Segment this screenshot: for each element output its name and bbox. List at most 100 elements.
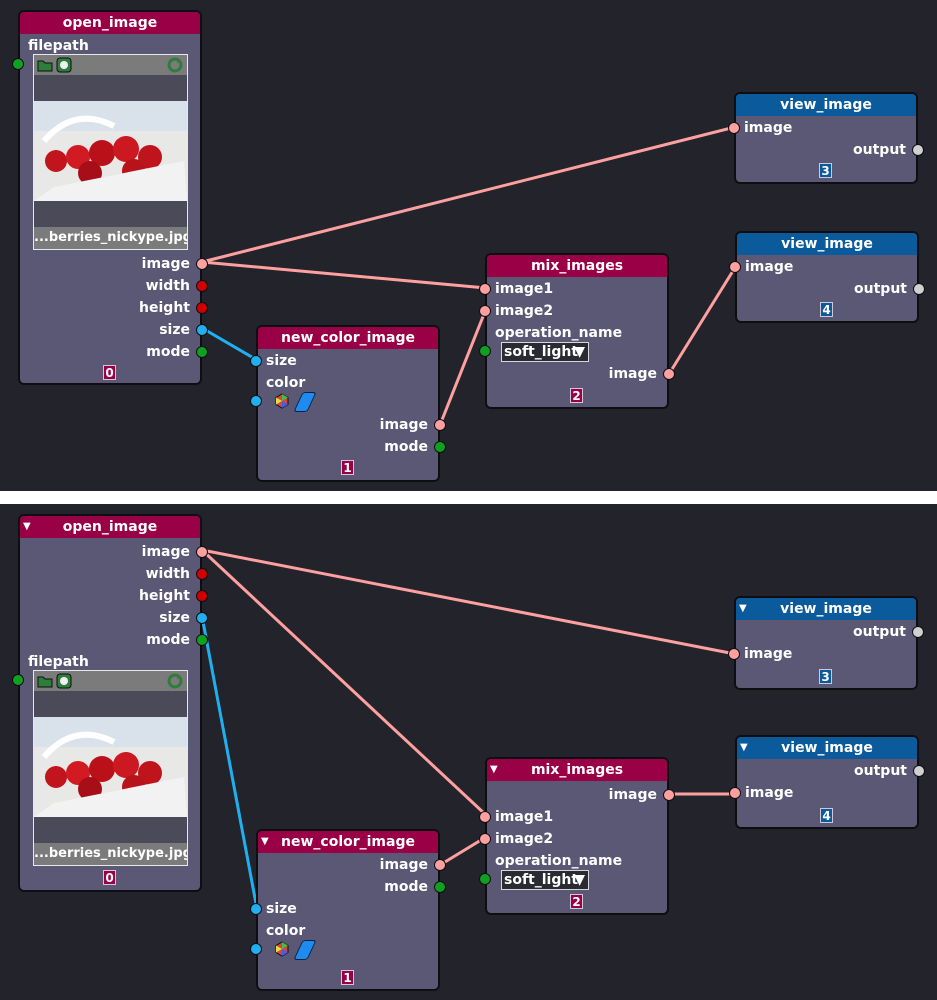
view-image-node-header[interactable]: ▼ view_image — [736, 598, 916, 620]
image-output-socket[interactable] — [434, 419, 446, 431]
image-output-socket[interactable] — [434, 859, 446, 871]
view-image-node-3[interactable]: view_image image output 3 — [728, 92, 924, 184]
image-output-socket[interactable] — [663, 368, 675, 380]
collapse-icon[interactable]: ▼ — [490, 759, 498, 781]
width-output-socket[interactable] — [196, 280, 208, 292]
output-socket[interactable] — [913, 283, 925, 295]
view-image-node-4[interactable]: view_image image output 4 — [729, 231, 925, 323]
mode-output-socket[interactable] — [196, 634, 208, 646]
color-input-socket[interactable] — [250, 943, 262, 955]
wire-open-image-to-view-image[interactable] — [201, 548, 736, 656]
output-socket[interactable] — [913, 765, 925, 777]
filepath-input-socket[interactable] — [12, 58, 24, 70]
size-output-socket[interactable] — [196, 324, 208, 336]
mix-images-node[interactable]: ▼ mix_images image image1 image2 operati… — [479, 757, 675, 915]
reload-icon[interactable] — [167, 673, 183, 689]
image1-input-socket[interactable] — [479, 811, 491, 823]
view-image-node-header[interactable]: view_image — [736, 94, 916, 116]
image2-input-socket[interactable] — [479, 833, 491, 845]
operation-name-input-socket[interactable] — [479, 873, 491, 885]
view-image-node-3[interactable]: ▼ view_image output image 3 — [728, 596, 924, 690]
filepath-input-socket[interactable] — [12, 674, 24, 686]
new-color-image-node[interactable]: ▼ new_color_image image mode size color … — [250, 829, 446, 991]
wire-size-to-new-color-size[interactable] — [200, 615, 259, 910]
color-wheel-icon[interactable] — [274, 941, 290, 957]
collapse-icon[interactable]: ▼ — [739, 598, 747, 620]
wire-open-image-to-view-image[interactable] — [201, 125, 736, 264]
image-gallery-icon[interactable] — [56, 673, 72, 689]
node-title: new_color_image — [281, 330, 415, 346]
image-output-socket[interactable] — [663, 789, 675, 801]
node-title: mix_images — [530, 258, 624, 274]
mode-output-socket[interactable] — [434, 441, 446, 453]
view-image-node-header[interactable]: view_image — [737, 233, 917, 255]
input-label-image2: image2 — [495, 303, 554, 319]
size-output-socket[interactable] — [196, 612, 208, 624]
open-image-node-header[interactable]: ▼ open_image — [20, 516, 200, 538]
new-color-image-node[interactable]: new_color_image size color image mode 1 — [250, 325, 446, 482]
collapse-icon[interactable]: ▼ — [23, 516, 31, 538]
new-color-image-node-header[interactable]: new_color_image — [258, 327, 438, 349]
file-picker[interactable]: ...berries_nickype.jpg — [33, 54, 188, 250]
input-label-image: image — [745, 259, 794, 275]
image-input-socket[interactable] — [729, 787, 741, 799]
color-wheel-icon[interactable] — [274, 393, 290, 409]
node-editor-canvas-bottom[interactable]: ▼ open_image image width height size mod… — [0, 504, 937, 1000]
collapse-icon[interactable]: ▼ — [740, 737, 748, 759]
height-output-socket[interactable] — [196, 590, 208, 602]
node-title: view_image — [781, 236, 873, 252]
output-label-height: height — [139, 588, 190, 604]
mode-output-socket[interactable] — [196, 346, 208, 358]
image2-input-socket[interactable] — [479, 305, 491, 317]
size-input-socket[interactable] — [250, 903, 262, 915]
wire-size-to-new-color-size[interactable] — [201, 326, 258, 362]
operation-name-input-socket[interactable] — [479, 345, 491, 357]
mix-images-node[interactable]: mix_images image1 image2 operation_name … — [479, 253, 675, 409]
view-image-node-header[interactable]: ▼ view_image — [737, 737, 917, 759]
size-input-socket[interactable] — [250, 355, 262, 367]
dropdown-value: soft_light — [504, 344, 579, 360]
open-image-node[interactable]: open_image filepath ...berries_nickype.j… — [12, 10, 208, 385]
output-label-output: output — [853, 624, 906, 640]
image-input-socket[interactable] — [729, 261, 741, 273]
image-gallery-icon[interactable] — [56, 57, 72, 73]
color-input-socket[interactable] — [250, 395, 262, 407]
color-swatch-icon[interactable] — [293, 940, 317, 960]
collapse-icon[interactable]: ▼ — [261, 831, 269, 853]
open-image-node-header[interactable]: open_image — [20, 12, 200, 34]
operation-name-dropdown[interactable]: soft_light ▼ — [501, 342, 589, 362]
wire-new-color-image-to-mix-image2[interactable] — [438, 308, 488, 426]
mode-output-socket[interactable] — [434, 881, 446, 893]
mix-images-node-header[interactable]: ▼ mix_images — [487, 759, 667, 781]
chevron-down-icon: ▼ — [574, 872, 585, 888]
file-picker[interactable]: ...berries_nickype.jpg — [33, 670, 188, 866]
mix-images-node-header[interactable]: mix_images — [487, 255, 667, 277]
width-output-socket[interactable] — [196, 568, 208, 580]
node-editor-canvas-top[interactable]: open_image filepath ...berries_nickype.j… — [0, 0, 937, 491]
output-socket[interactable] — [912, 626, 924, 638]
output-label-size: size — [159, 610, 190, 626]
new-color-image-node-header[interactable]: ▼ new_color_image — [258, 831, 438, 853]
image-output-socket[interactable] — [196, 258, 208, 270]
open-folder-icon[interactable] — [37, 673, 53, 689]
wire-mix-image-to-view-image[interactable] — [667, 265, 738, 375]
input-label-size: size — [266, 901, 297, 917]
image-input-socket[interactable] — [728, 648, 740, 660]
image-input-socket[interactable] — [728, 122, 740, 134]
wire-open-image-to-mix-image1[interactable] — [200, 548, 488, 817]
view-image-node-4[interactable]: ▼ view_image output image 4 — [729, 735, 925, 829]
open-image-node[interactable]: ▼ open_image image width height size mod… — [12, 514, 208, 892]
operation-name-dropdown[interactable]: soft_light ▼ — [501, 870, 589, 890]
image1-input-socket[interactable] — [479, 283, 491, 295]
image-output-socket[interactable] — [196, 546, 208, 558]
color-swatch-icon[interactable] — [293, 392, 317, 412]
height-output-socket[interactable] — [196, 302, 208, 314]
input-label-image: image — [744, 120, 793, 136]
open-folder-icon[interactable] — [37, 57, 53, 73]
wire-open-image-to-mix-image1[interactable] — [201, 260, 487, 290]
reload-icon[interactable] — [167, 57, 183, 73]
input-label-image2: image2 — [495, 831, 554, 847]
operation-name-label: operation_name — [495, 853, 623, 869]
output-label-output: output — [854, 281, 907, 297]
output-socket[interactable] — [912, 144, 924, 156]
